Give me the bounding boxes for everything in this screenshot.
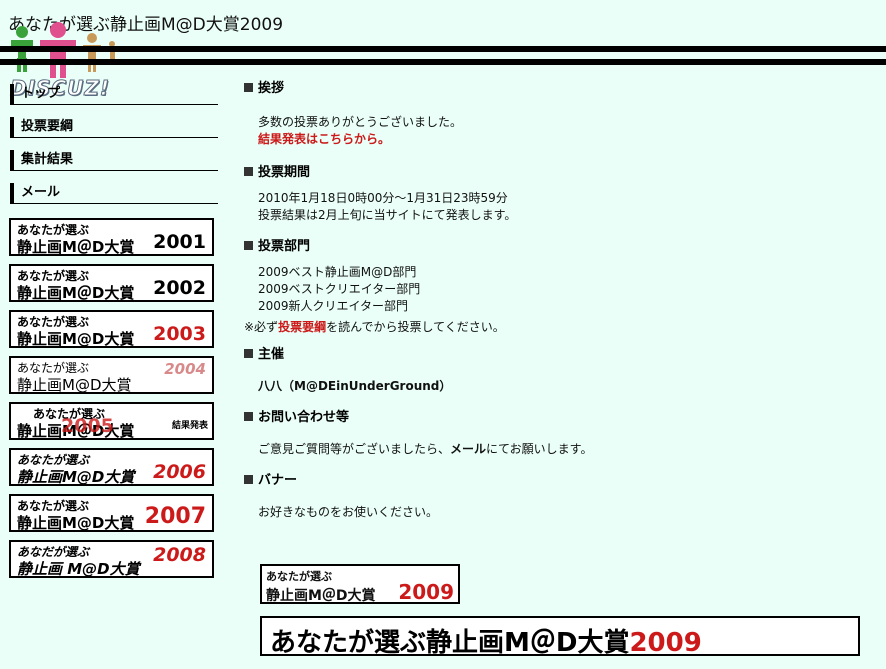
section-heading-greeting: 挨拶 [244, 80, 874, 98]
section-heading-categories: 投票部門 [244, 238, 874, 256]
banner-instructions: お好きなものをお使いください。 [258, 505, 439, 519]
banner-2009-wide[interactable]: あなたが選ぶ静止画M＠D大賞2009 [260, 616, 860, 658]
section-heading-banner: バナー [244, 472, 874, 490]
category-item: 2009ベストクリエイター部門 [258, 282, 421, 296]
square-bullet-icon [244, 349, 253, 358]
category-item: 2009新人クリエイター部門 [258, 299, 409, 313]
banner-year: 2009 [398, 580, 454, 604]
host-name: 八八（M@DEinUnderGround） [258, 379, 452, 393]
past-banners: あなたが選ぶ 静止画M＠D大賞 2001 あなたが選ぶ 静止画M＠D大賞 200… [9, 218, 214, 586]
banner-year: 2009 [629, 628, 702, 658]
banner-2006[interactable]: あなたが選ぶ 静止画M@D大賞 2006 [9, 448, 214, 486]
sidebar-nav: トップ 投票要綱 集計結果 メール [10, 84, 218, 216]
section-heading-period: 投票期間 [244, 164, 874, 182]
banner-note: 結果発表 [171, 421, 208, 431]
nav-item-top[interactable]: トップ [10, 84, 218, 105]
section-heading-contact: お問い合わせ等 [244, 409, 874, 427]
banner-2004[interactable]: あなたが選ぶ 静止画M@D大賞 2004 [9, 356, 214, 394]
results-link[interactable]: 結果発表はこちらから。 [258, 132, 390, 146]
square-bullet-icon [244, 475, 253, 484]
period-dates: 2010年1月18日0時00分～1月31日23時59分 [258, 191, 508, 205]
header-rule-top [0, 46, 886, 52]
banner-year: 2002 [153, 277, 206, 299]
banner-year: 2008 [153, 544, 206, 566]
square-bullet-icon [244, 241, 253, 250]
nav-item-mail[interactable]: メール [10, 183, 218, 204]
square-bullet-icon [244, 167, 253, 176]
banner-2007[interactable]: あなたが選ぶ 静止画M@D大賞 2007 [9, 494, 214, 532]
guidelines-link[interactable]: 投票要綱 [278, 320, 326, 334]
main-content: 挨拶 多数の投票ありがとうございました。 結果発表はこちらから。 投票期間 20… [244, 80, 874, 658]
banner-year: 2003 [153, 323, 206, 345]
category-item: 2009ベスト静止画M@D部門 [258, 265, 417, 279]
banner-year: 2001 [153, 231, 206, 253]
contact-text: ご意見ご質問等がございましたら、メールにてお願いします。 [258, 442, 593, 456]
greeting-text: 多数の投票ありがとうございました。 [258, 115, 463, 129]
mail-link[interactable]: メール [450, 442, 486, 456]
period-announcement: 投票結果は2月上旬に当サイトにて発表します。 [258, 208, 517, 222]
banner-year: 2005 [61, 415, 114, 437]
banner-2003[interactable]: あなたが選ぶ 静止画M@D大賞 2003 [9, 310, 214, 348]
square-bullet-icon [244, 83, 253, 92]
banner-2005[interactable]: あなたが選ぶ 静止画M＠D大賞 2005 結果発表 [9, 402, 214, 440]
nav-item-guidelines[interactable]: 投票要綱 [10, 117, 218, 138]
banner-year: 2006 [153, 461, 206, 483]
square-bullet-icon [244, 412, 253, 421]
banner-year: 2007 [144, 504, 206, 529]
banner-2002[interactable]: あなたが選ぶ 静止画M＠D大賞 2002 [9, 264, 214, 302]
banner-2009-small[interactable]: あなたが選ぶ 静止画M＠D大賞 2009 [260, 564, 460, 604]
guideline-note: ※必ず投票要綱を読んでから投票してください。 [244, 320, 505, 334]
banner-2008[interactable]: あなだが選ぶ 静止画 M@D大賞 2008 [9, 540, 214, 578]
section-heading-host: 主催 [244, 346, 874, 364]
banner-2001[interactable]: あなたが選ぶ 静止画M＠D大賞 2001 [9, 218, 214, 256]
banner-year: 2004 [164, 360, 206, 378]
nav-item-results[interactable]: 集計結果 [10, 150, 218, 171]
header-rule-bottom [0, 59, 886, 65]
